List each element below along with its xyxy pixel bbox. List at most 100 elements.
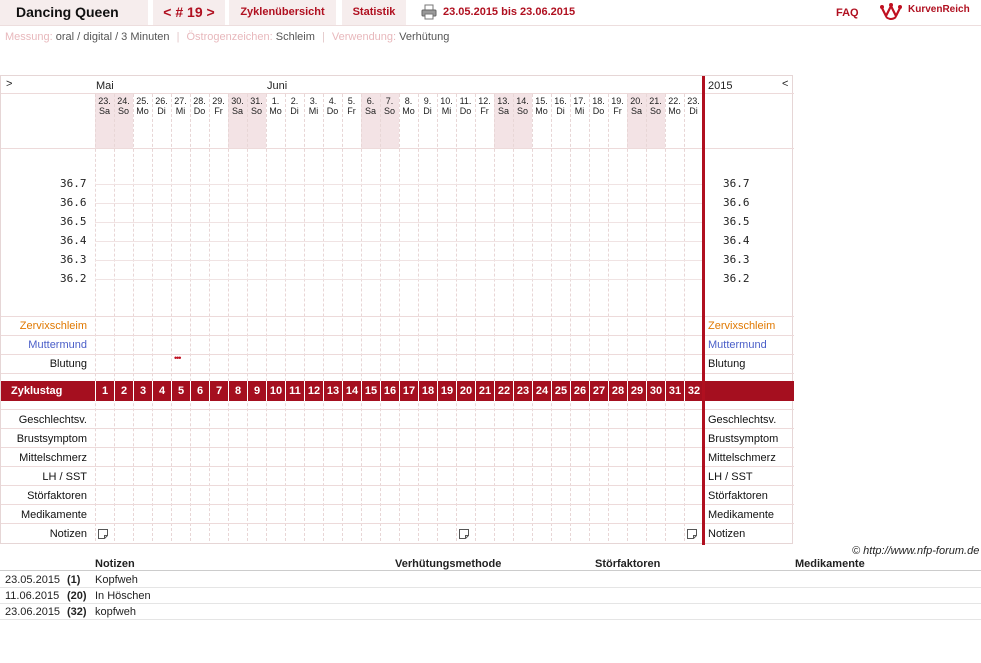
day-header: 7. So [380,96,399,116]
grid-row-line [1,373,794,374]
day-weekday: Sa [98,106,110,116]
bleeding-marker[interactable]: ••• [174,353,182,363]
cycle-day-number[interactable]: 32 [684,381,703,401]
day-header: 26. Di [152,96,171,116]
grid-column-line [475,94,476,541]
cycle-day-number[interactable]: 17 [399,381,418,401]
grid-column-line [684,94,685,541]
cycle-chart: > < Mai Juni 2015 23. Sa 24. So 25. Mo 26. Di 27… [0,75,794,545]
cycle-day-number[interactable]: 29 [627,381,646,401]
note-icon[interactable] [687,529,697,539]
cycle-day-number[interactable]: 27 [589,381,608,401]
cycle-day-number[interactable]: 12 [304,381,323,401]
day-header: 31. So [247,96,266,116]
cycle-day-number[interactable]: 31 [665,381,684,401]
grid-column-line [171,94,172,541]
cycle-day-number[interactable]: 1 [95,381,114,401]
cycle-day-number[interactable]: 13 [323,381,342,401]
row-label-lh: LH / SST [42,471,87,483]
tab-statistics[interactable]: Statistik [342,0,406,25]
grid-column-line [513,94,514,541]
day-weekday: Do [459,106,472,116]
cycle-day-number[interactable]: 14 [342,381,361,401]
chart-nav-left[interactable]: > [6,78,12,90]
row-label-cervix-right: Muttermund [708,339,767,351]
day-date: 8. [404,96,413,106]
day-date: 30. [231,96,244,106]
row-label-notes: Notizen [49,528,87,540]
printer-icon[interactable] [421,4,437,20]
cycle-day-number[interactable]: 15 [361,381,380,401]
day-date: 20. [630,96,643,106]
cycle-day-number[interactable]: 9 [247,381,266,401]
day-weekday: Mo [668,106,681,116]
chart-nav-right[interactable]: < [782,78,788,90]
cycle-day-number[interactable]: 6 [190,381,209,401]
col-disturbances: Störfaktoren [595,558,661,570]
temperature-label: 36.2 [60,272,87,285]
faq-link[interactable]: FAQ [836,3,859,23]
cycle-day-number[interactable]: 16 [380,381,399,401]
cycle-day-number[interactable]: 2 [114,381,133,401]
day-date: 7. [385,96,394,106]
grid-row-line [1,335,794,336]
cycle-day-number[interactable]: 26 [570,381,589,401]
tab-cycle-overview[interactable]: Zyklenübersicht [229,0,336,25]
cycle-day-number[interactable]: 22 [494,381,513,401]
grid-column-line [266,94,267,541]
day-header: 9. Di [418,96,437,116]
day-weekday: Fr [347,106,356,116]
top-header: Dancing Queen < # 19 > Zyklenübersicht S… [0,0,981,26]
cycle-day-number[interactable]: 19 [437,381,456,401]
day-weekday: So [516,106,528,116]
grid-column-line [380,94,381,541]
cycle-day-number[interactable]: 5 [171,381,190,401]
cycle-day-number[interactable]: 4 [152,381,171,401]
cycle-day-number[interactable]: 3 [133,381,152,401]
day-date: 24. [117,96,130,106]
temperature-label: 36.6 [60,196,87,209]
cycle-day-number[interactable]: 11 [285,381,304,401]
grid-column-line [247,94,248,541]
cycle-day-number[interactable]: 18 [418,381,437,401]
cycle-day-number[interactable]: 24 [532,381,551,401]
day-date: 27. [174,96,187,106]
day-date: 26. [155,96,168,106]
temperature-label: 36.4 [723,234,750,247]
note-icon[interactable] [98,529,108,539]
grid-column-line [152,94,153,541]
cycle-day-number[interactable]: 20 [456,381,475,401]
day-date: 31. [250,96,263,106]
day-date: 9. [423,96,432,106]
grid-column-line [228,94,229,541]
note-day: (1) [67,574,81,586]
grid-column-line [361,94,362,541]
cycle-day-number[interactable]: 21 [475,381,494,401]
row-label-medication: Medikamente [20,509,87,521]
day-weekday: Di [556,106,565,116]
grid-column-line [532,94,533,541]
day-date: 14. [516,96,529,106]
cycle-day-number[interactable]: 8 [228,381,247,401]
kurvenreich-logo[interactable]: KurvenReich [880,2,980,22]
day-date: 13. [497,96,510,106]
day-weekday: Sa [497,106,509,116]
cycle-day-number[interactable]: 30 [646,381,665,401]
cycle-day-number[interactable]: 25 [551,381,570,401]
temperature-label: 36.5 [60,215,87,228]
temperature-label: 36.3 [723,253,750,266]
row-label-intercourse: Geschlechtsv. [18,414,87,426]
row-label-cervical-mucus-right: Zervixschleim [708,320,776,332]
day-date: 19. [611,96,624,106]
note-icon[interactable] [459,529,469,539]
cycle-day-number[interactable]: 28 [608,381,627,401]
cycle-number-nav[interactable]: < # 19 > [153,0,225,25]
cycle-day-number[interactable]: 7 [209,381,228,401]
cycle-day-number[interactable]: 23 [513,381,532,401]
day-header: 25. Mo [133,96,152,116]
grid-column-line [665,94,666,541]
cycle-day-number[interactable]: 10 [266,381,285,401]
day-date: 1. [271,96,280,106]
grid-column-line [589,94,590,541]
day-header: 22. Mo [665,96,684,116]
